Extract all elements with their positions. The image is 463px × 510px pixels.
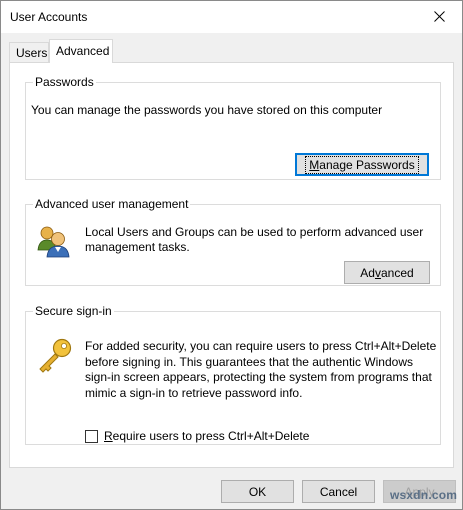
advanced-user-management-group: Advanced user management Local Users and… [25, 197, 441, 286]
title-bar: User Accounts [1, 1, 462, 33]
ok-button[interactable]: OK [221, 480, 294, 503]
users-group-icon [37, 226, 70, 258]
manage-passwords-button[interactable]: Manage Passwords [295, 153, 429, 176]
secure-signin-group-title: Secure sign-in [33, 304, 114, 318]
passwords-group: Passwords You can manage the passwords y… [25, 75, 441, 180]
key-icon [39, 338, 72, 373]
window-title: User Accounts [10, 10, 88, 24]
passwords-group-title: Passwords [33, 75, 96, 89]
advanced-tab-panel: Passwords You can manage the passwords y… [9, 62, 454, 468]
require-ctrl-alt-delete-row[interactable]: Require users to press Ctrl+Alt+Delete [85, 429, 309, 443]
user-accounts-window: User Accounts Users Advanced Passwords Y… [0, 0, 463, 510]
close-icon [433, 11, 445, 22]
advanced-button-label: Advanced [360, 265, 414, 280]
secure-signin-description: For added security, you can require user… [85, 339, 437, 400]
manage-passwords-label: Manage Passwords [305, 155, 419, 174]
tab-users[interactable]: Users [9, 42, 49, 62]
tab-strip: Users Advanced [9, 39, 454, 63]
tab-advanced[interactable]: Advanced [49, 39, 113, 63]
advanced-button[interactable]: Advanced [344, 261, 430, 284]
secure-signin-group: Secure sign-in For added security, you c… [25, 304, 441, 445]
watermark-text: wsxdn.com [390, 488, 458, 502]
close-button[interactable] [416, 1, 462, 32]
require-ctrl-alt-delete-checkbox[interactable] [85, 429, 98, 443]
advanced-user-management-description: Local Users and Groups can be used to pe… [85, 225, 424, 254]
passwords-description: You can manage the passwords you have st… [31, 103, 383, 117]
require-ctrl-alt-delete-label: Require users to press Ctrl+Alt+Delete [104, 429, 310, 443]
advanced-user-management-group-title: Advanced user management [33, 197, 191, 211]
cancel-button[interactable]: Cancel [302, 480, 375, 503]
